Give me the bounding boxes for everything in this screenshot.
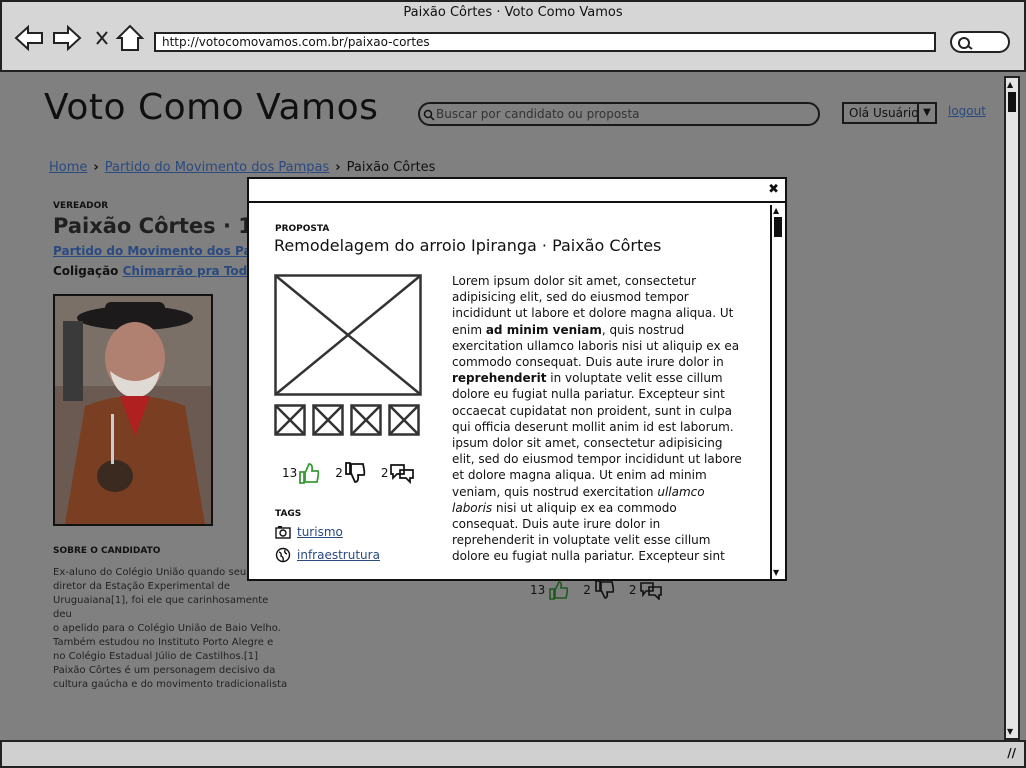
modal-kind-label: PROPOSTA	[275, 224, 330, 234]
about-heading: SOBRE O CANDIDATO	[53, 546, 161, 556]
thumbs-up-icon[interactable]	[547, 580, 569, 600]
scroll-down-icon[interactable]: ▼	[1007, 727, 1013, 736]
modal-scrollbar[interactable]: ▲ ▼	[770, 205, 784, 579]
dislike-count: 2	[583, 583, 591, 597]
scroll-down-icon[interactable]: ▼	[773, 569, 779, 577]
body-text-segment: nisi ut aliquip ex ea commodo consequat.…	[452, 500, 725, 563]
scroll-thumb[interactable]	[774, 217, 782, 237]
chevron-right-icon: ›	[93, 160, 99, 175]
search-icon	[423, 109, 435, 121]
comment-count: 2	[380, 466, 389, 480]
thumbs-down-icon[interactable]	[343, 462, 367, 484]
tag-link[interactable]: infraestrutura	[297, 548, 380, 562]
stop-icon[interactable]	[96, 31, 108, 45]
thumbs-up-icon[interactable]	[297, 462, 321, 484]
close-icon[interactable]: ✖	[768, 182, 779, 197]
about-line: Uruguaiana[1], foi ele que carinhosament…	[53, 595, 269, 620]
about-line: no Colégio Estadual Júlio de Castilhos.[…	[53, 651, 259, 662]
background-proposal-stats: 13 2 2	[530, 580, 663, 600]
scroll-up-icon[interactable]: ▲	[1007, 80, 1013, 89]
browser-search-field[interactable]	[950, 31, 1010, 53]
search-icon	[958, 37, 973, 50]
comments-icon[interactable]	[389, 462, 415, 484]
like-count: 13	[282, 466, 298, 480]
tag-turismo[interactable]: turismo	[275, 525, 343, 539]
body-bold-text: ad minim veniam	[485, 322, 602, 337]
candidate-photo	[53, 294, 213, 526]
site-title: Voto Como Vamos	[44, 87, 379, 128]
search-placeholder: Buscar por candidato ou proposta	[436, 107, 640, 121]
logout-link[interactable]: logout	[948, 104, 986, 118]
about-line: cultura gaúcha e do movimento tradiciona…	[53, 679, 288, 690]
like-count: 13	[530, 583, 546, 597]
forward-icon[interactable]	[53, 24, 82, 52]
thumbnail-placeholder[interactable]	[274, 404, 306, 436]
coalition-label: Coligação	[53, 264, 119, 278]
about-line: diretor da Estação Experimental de	[53, 581, 231, 592]
about-line: Paixão Côrtes é um personagem decisivo d…	[53, 665, 276, 676]
breadcrumb-current: Paixão Côrtes	[346, 160, 436, 175]
proposal-modal: ✖ PROPOSTA Remodelagem do arroio Ipirang…	[247, 177, 787, 581]
window-title: Paixão Côrtes · Voto Como Vamos	[403, 5, 623, 20]
resize-grip-icon[interactable]: //	[1007, 746, 1016, 760]
page-scrollbar[interactable]: ▲ ▼	[1004, 76, 1020, 740]
chevron-down-icon: ▼	[917, 104, 935, 122]
about-line: o apelido para o Colégio União de Baio V…	[53, 623, 281, 634]
candidate-role: VEREADOR	[53, 201, 109, 211]
scroll-thumb[interactable]	[1008, 92, 1016, 112]
dislike-count: 2	[335, 466, 343, 480]
comment-count: 2	[628, 583, 637, 597]
body-bold-text: reprehenderit	[452, 371, 547, 386]
home-icon[interactable]	[115, 24, 145, 51]
thumbnail-placeholder[interactable]	[388, 404, 420, 436]
user-menu-select[interactable]: Olá Usuário ▼	[842, 102, 937, 124]
chevron-right-icon: ›	[335, 160, 341, 175]
modal-title: Remodelagem do arroio Ipiranga · Paixão …	[274, 236, 662, 255]
modal-titlebar: ✖	[249, 179, 785, 203]
thumbnail-placeholder[interactable]	[350, 404, 382, 436]
breadcrumb-home[interactable]: Home	[49, 160, 87, 175]
thumbnail-placeholder[interactable]	[312, 404, 344, 436]
candidate-portrait-image	[55, 296, 211, 524]
about-line: Também estudou no Instituto Porto Alegre…	[53, 637, 274, 648]
breadcrumb: Home › Partido do Movimento dos Pampas › Pai…	[49, 160, 435, 175]
nav-buttons	[14, 24, 145, 52]
scroll-up-icon[interactable]: ▲	[773, 207, 779, 215]
address-bar[interactable]: http://votocomovamos.com.br/paixao-corte…	[154, 32, 936, 52]
back-icon[interactable]	[14, 24, 43, 52]
user-menu-label: Olá Usuário	[849, 106, 919, 120]
camera-icon	[275, 526, 291, 539]
candidate-name: Paixão Côrtes · 12	[53, 214, 268, 238]
body-text-segment: in voluptate velit esse cillum dolore eu…	[452, 371, 742, 499]
tag-link[interactable]: turismo	[297, 525, 343, 539]
site-search-input[interactable]: Buscar por candidato ou proposta	[418, 102, 820, 126]
coalition-link[interactable]: Chimarrão pra Todos	[123, 264, 263, 278]
tags-heading: TAGS	[275, 509, 302, 519]
proposal-body-text: Lorem ipsum dolor sit amet, consectetur …	[452, 273, 744, 563]
candidate-coalition: Coligação Chimarrão pra Todos	[53, 264, 263, 278]
status-bar: //	[0, 740, 1026, 768]
thumbs-down-icon[interactable]	[593, 580, 615, 600]
image-placeholder[interactable]	[274, 274, 422, 396]
globe-icon	[275, 547, 291, 563]
breadcrumb-party[interactable]: Partido do Movimento dos Pampas	[105, 160, 330, 175]
proposal-stats: 13 2 2	[282, 462, 429, 484]
comments-icon[interactable]	[639, 580, 663, 600]
about-text: Ex-aluno do Colégio União quando seu p d…	[53, 566, 289, 692]
tag-infraestrutura[interactable]: infraestrutura	[275, 547, 380, 563]
